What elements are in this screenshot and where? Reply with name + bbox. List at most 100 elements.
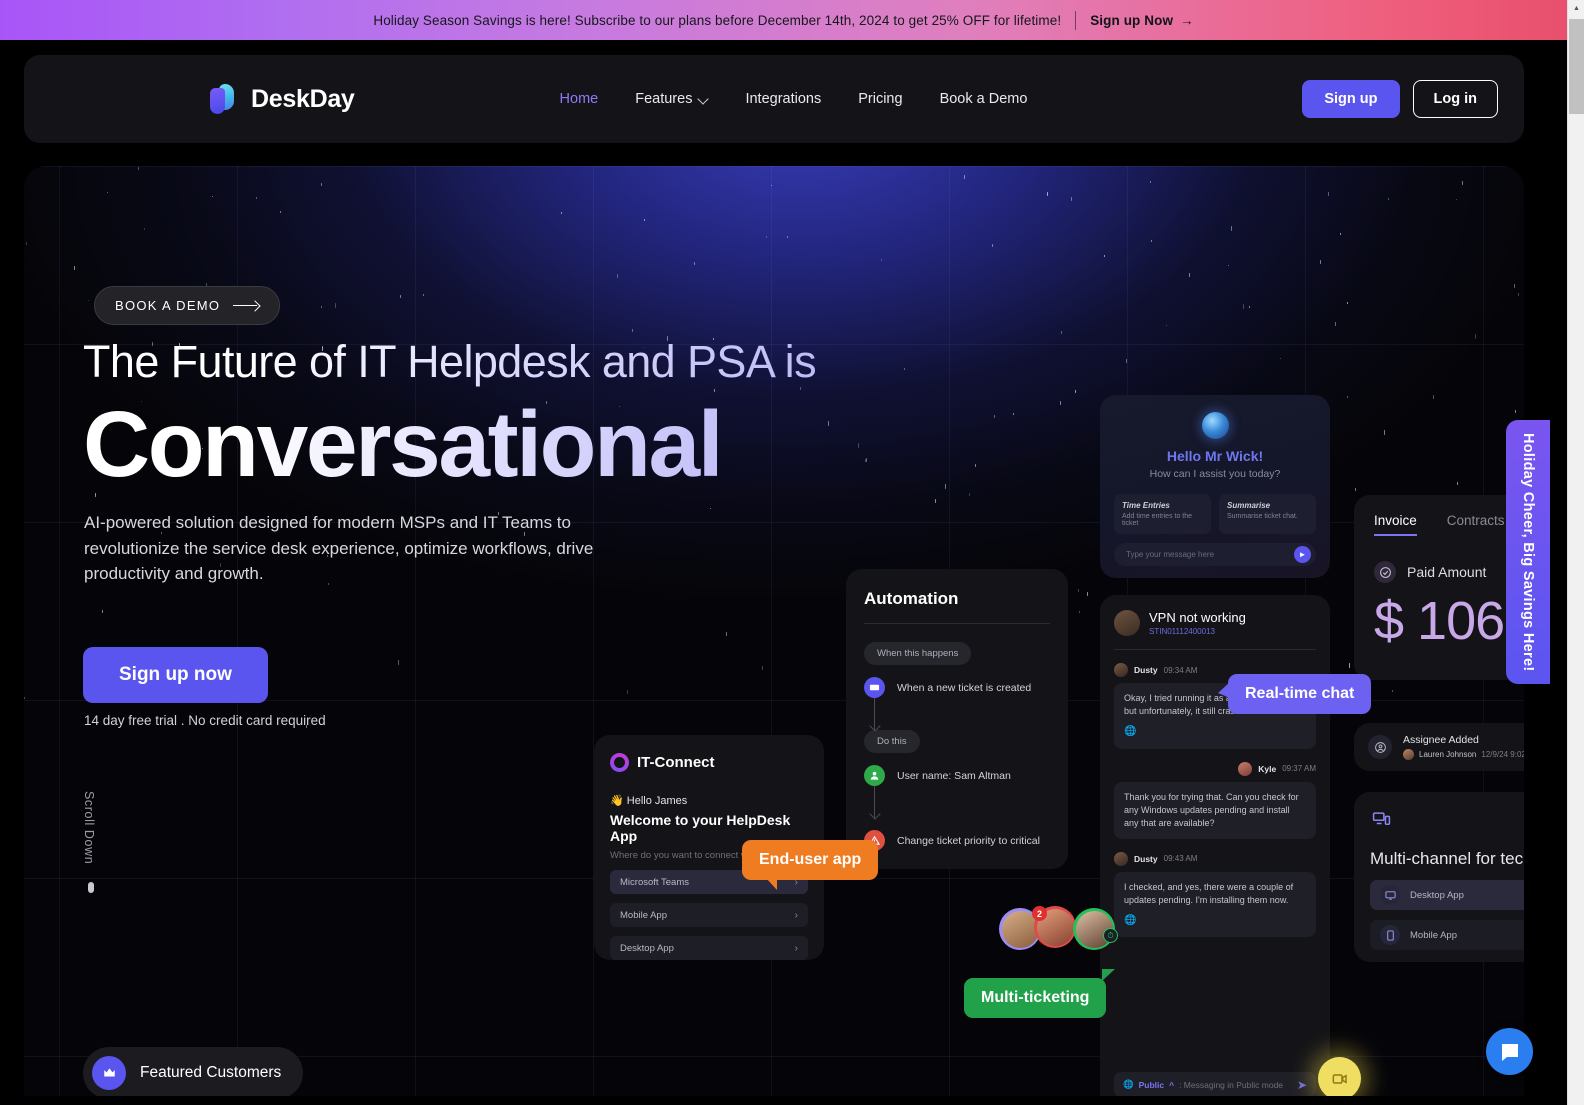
nav-item-home[interactable]: Home [560,91,599,107]
ticket-header: VPN not working STIN01112400013 [1114,610,1316,636]
ticket-id: STIN01112400013 [1149,627,1215,636]
devices-icon [1370,810,1524,834]
avatar [1114,663,1128,677]
tab-invoice[interactable]: Invoice [1374,513,1417,536]
message-bubble: I checked, and yes, there were a couple … [1114,871,1316,938]
ticket-title: VPN not working [1149,610,1246,625]
scroll-indicator-dot [88,882,94,893]
message-sender: Dusty [1134,853,1158,864]
nav-item-pricing[interactable]: Pricing [858,91,902,107]
signup-button[interactable]: Sign up [1302,80,1400,118]
globe-icon: 🌐 [1123,1079,1134,1089]
automation-action-row: User name: Sam Altman [864,765,1050,786]
hero-book-demo-button[interactable]: BOOK A DEMO [94,286,281,325]
option-label: Desktop App [620,942,674,954]
send-icon[interactable]: ► [1294,546,1311,563]
divider [1114,649,1316,650]
scrollbar-thumb[interactable] [1569,19,1584,114]
page-viewport: Holiday Season Savings is here! Subscrib… [0,0,1567,1105]
hero-title-line1: The Future of IT Helpdesk and PSA is [83,336,817,387]
avatar [1238,761,1253,776]
option-label: Desktop App [1410,889,1464,901]
ai-quick-actions: Time Entries Add time entries to the tic… [1114,494,1316,534]
it-connect-title: IT-Connect [637,754,715,771]
composer-mode-label[interactable]: Public [1139,1080,1165,1090]
it-connect-greeting: 👋 Hello James [610,795,688,807]
nav-item-book-a-demo[interactable]: Book a Demo [940,91,1028,107]
scroll-down-label: Scroll Down [82,791,96,865]
ticket-composer[interactable]: 🌐 Public ^ : Messaging in Public mode ➤ [1114,1072,1316,1096]
promo-banner: Holiday Season Savings is here! Subscrib… [0,0,1567,40]
user-icon [864,765,885,786]
multichannel-option-mobile[interactable]: Mobile App [1370,920,1524,951]
hero-title-line2: Conversational [83,392,724,496]
it-connect-option-mobile[interactable]: Mobile App › [610,903,808,927]
header-actions: Sign up Log in [1302,80,1498,118]
message-time: 09:37 AM [1282,764,1316,774]
scroll-up-arrow-icon[interactable]: ▲ [1568,0,1584,17]
ai-assistant-card: Hello Mr Wick! How can I assist you toda… [1100,395,1330,578]
tag-real-time-chat: Real-time chat [1217,674,1372,714]
paid-amount-row: Paid Amount [1374,561,1524,583]
automation-card: Automation When this happens When a new … [846,569,1068,869]
nav-label-book-a-demo: Book a Demo [939,91,1028,107]
automation-action-pill: Do this [864,730,920,753]
deskday-logo-icon [210,84,240,114]
nav-label-integrations: Integrations [745,91,822,107]
assignee-timestamp: 12/9/24 9:02am [1481,750,1524,759]
promo-signup-link[interactable]: Sign up Now → [1090,13,1193,28]
paid-amount-label: Paid Amount [1407,564,1487,580]
promo-divider [1075,10,1077,30]
option-label: Mobile App [620,909,668,921]
login-button[interactable]: Log in [1412,80,1498,118]
brand-name: DeskDay [251,84,355,113]
phone-icon [1380,925,1400,946]
main-nav: Home Features Integrations Pricing Book … [560,91,1028,107]
nav-item-integrations[interactable]: Integrations [745,91,821,107]
option-label: Microsoft Teams [620,876,689,888]
it-connect-header: IT-Connect [610,753,808,772]
chevron-down-icon [699,95,708,104]
hero-trial-note: 14 day free trial . No credit card requi… [84,713,326,728]
video-call-icon[interactable] [1318,1057,1361,1096]
automation-title: Automation [864,589,959,608]
ai-quick-action-time-entries[interactable]: Time Entries Add time entries to the tic… [1114,494,1211,534]
ai-input-placeholder: Type your message here [1126,550,1215,559]
multichannel-title: Multi-channel for techs! [1370,849,1524,868]
it-connect-option-desktop[interactable]: Desktop App › [610,936,808,960]
send-icon[interactable]: ➤ [1297,1078,1307,1092]
invoice-card: Invoice Contracts « Paid Amount $ 106 [1354,495,1524,680]
message-bubble: Thank you for trying that. Can you check… [1114,781,1316,839]
automation-trigger-text: When a new ticket is created [897,681,1032,694]
chat-widget-button[interactable] [1486,1028,1533,1075]
ticket-chat-card: VPN not working STIN01112400013 Dusty 09… [1100,595,1330,1096]
assignee-details: Lauren Johnson 12/9/24 9:02am [1403,749,1524,760]
flow-arrow-icon [874,786,876,818]
automation-trigger-pill: When this happens [864,642,972,665]
ai-assist-text: How can I assist you today? [1149,468,1281,480]
ai-quick-action-summarise[interactable]: Summarise Summarise ticket chat. [1219,494,1316,534]
brand-logo-group[interactable]: DeskDay [210,84,355,114]
automation-action-text: User name: Sam Altman [897,769,1011,782]
multichannel-option-desktop[interactable]: Desktop App [1370,880,1524,911]
featured-customers-label: Featured Customers [140,1064,282,1081]
nav-label-home: Home [559,91,599,107]
promo-message: Holiday Season Savings is here! Subscrib… [373,12,1062,28]
browser-scrollbar[interactable]: ▲ [1567,0,1584,1105]
tag-multi-ticketing: Multi-ticketing [964,969,1116,1018]
user-circle-icon [1368,735,1392,759]
multichannel-card: Multi-channel for techs! Desktop App Mob… [1354,792,1524,962]
holiday-promo-side-tab[interactable]: Holiday Cheer, Big Savings Here! [1506,420,1550,684]
assignee-name: Lauren Johnson [1419,750,1477,759]
message-sender: Kyle [1258,763,1277,774]
timer-icon: ⏱ [1103,928,1118,943]
chevron-up-icon[interactable]: ^ [1169,1080,1174,1090]
tab-contracts[interactable]: Contracts [1447,513,1505,534]
nav-item-features[interactable]: Features [635,91,708,107]
hero-signup-button[interactable]: Sign up now [83,647,268,703]
ai-message-input[interactable]: Type your message here ► [1114,543,1316,566]
message-text: Thank you for trying that. Can you check… [1124,791,1299,828]
automation-trigger-row: When a new ticket is created [864,677,1050,698]
check-circle-icon [1374,561,1396,583]
chevron-right-icon: › [794,942,798,954]
